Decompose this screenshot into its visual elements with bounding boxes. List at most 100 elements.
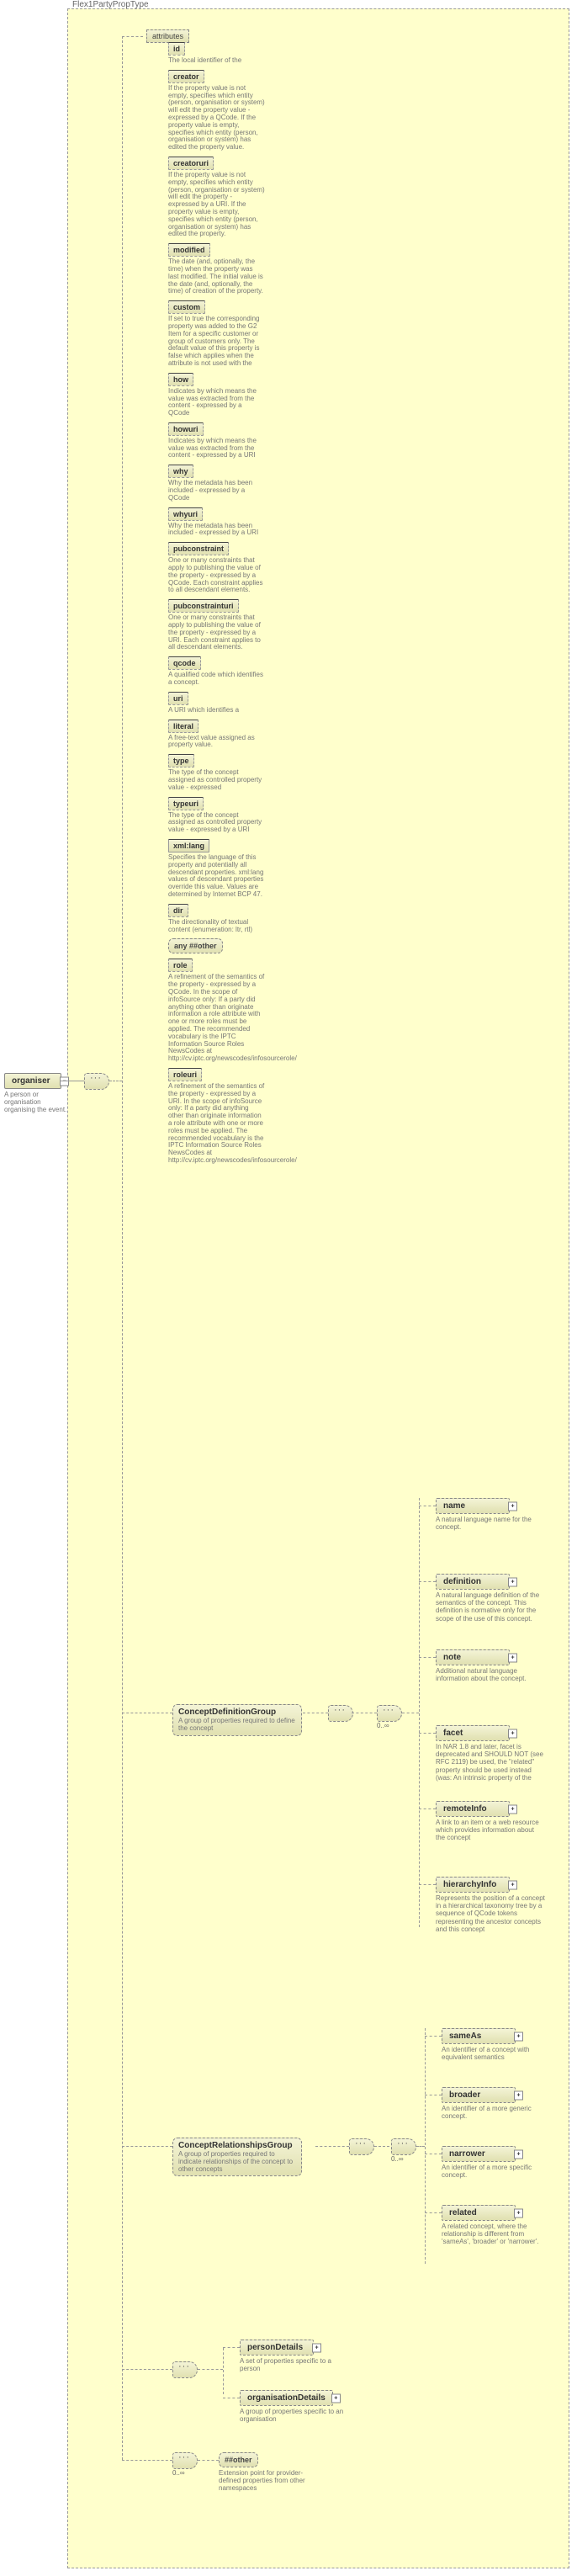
expand-icon[interactable]: + bbox=[508, 1729, 517, 1738]
attribute-name[interactable]: howuri bbox=[168, 422, 204, 436]
attribute-item: roleuriA refinement of the semantics of … bbox=[168, 1068, 269, 1165]
cdg-seq[interactable] bbox=[328, 1705, 353, 1722]
attribute-name[interactable]: whyuri bbox=[168, 507, 203, 521]
node-label: organisationDetails bbox=[247, 2393, 326, 2403]
expand-icon[interactable]: + bbox=[508, 1501, 517, 1511]
hierarchyInfo-node[interactable]: hierarchyInfo+ bbox=[436, 1877, 510, 1893]
attribute-item: dirThe directionality of textual content… bbox=[168, 904, 269, 934]
connector bbox=[198, 2460, 219, 2462]
attribute-name[interactable]: pubconstrainturi bbox=[168, 599, 239, 613]
crg-label: ConceptRelationshipsGroup bbox=[178, 2141, 293, 2150]
expand-icon[interactable]: + bbox=[331, 2393, 341, 2403]
connector bbox=[374, 2146, 389, 2148]
related-node[interactable]: related+ bbox=[442, 2205, 516, 2221]
attribute-name[interactable]: id bbox=[168, 42, 185, 56]
attribute-name[interactable]: xml:lang bbox=[168, 839, 209, 852]
attribute-item: custom If set to true the corresponding p… bbox=[168, 300, 269, 368]
cdg-mult: 0..∞ bbox=[377, 1722, 389, 1729]
cdg-choice[interactable] bbox=[377, 1705, 402, 1722]
attribute-name[interactable]: creator bbox=[168, 70, 204, 83]
sequence-compositor[interactable] bbox=[84, 1073, 109, 1090]
attributes-label[interactable]: attributes bbox=[146, 29, 189, 43]
attribute-desc: If the property value is not empty, spec… bbox=[168, 85, 265, 151]
connector bbox=[198, 2369, 223, 2371]
expand-icon[interactable]: + bbox=[514, 2208, 523, 2217]
attributes-list: idThe local identifier of thecreatorIf t… bbox=[168, 42, 269, 1170]
child-node: note+Additional natural language informa… bbox=[436, 1649, 545, 1682]
crg-choice[interactable] bbox=[391, 2138, 416, 2155]
organiser-node[interactable]: organiser − bbox=[4, 1073, 61, 1089]
attribute-item: whyuri Why the metadata has been included… bbox=[168, 507, 269, 538]
name-node[interactable]: name+ bbox=[436, 1498, 510, 1514]
attribute-name[interactable]: uri bbox=[168, 692, 188, 705]
child-node: facet+In NAR 1.8 and later, facet is dep… bbox=[436, 1725, 545, 1782]
attribute-name[interactable]: dir bbox=[168, 904, 188, 917]
attributes-header: attributes bbox=[146, 29, 283, 43]
attribute-name[interactable]: roleuri bbox=[168, 1068, 202, 1081]
attribute-item: typeuriThe type of the concept assigned … bbox=[168, 797, 269, 834]
attribute-name[interactable]: how bbox=[168, 373, 193, 386]
attribute-desc: A refinement of the semantics of the pro… bbox=[168, 974, 265, 1063]
attribute-name[interactable]: any ##other bbox=[168, 938, 223, 953]
child-node: name+A natural language name for the con… bbox=[436, 1498, 545, 1531]
expand-icon[interactable]: + bbox=[508, 1653, 517, 1662]
attribute-name[interactable]: pubconstraint bbox=[168, 542, 229, 555]
expand-icon[interactable]: + bbox=[514, 2032, 523, 2041]
narrower-node[interactable]: narrower+ bbox=[442, 2146, 516, 2162]
attribute-name[interactable]: qcode bbox=[168, 656, 201, 670]
connector bbox=[122, 1713, 172, 1714]
attribute-name[interactable]: modified bbox=[168, 243, 210, 257]
expand-icon[interactable]: + bbox=[508, 1577, 517, 1586]
attribute-desc: Why the metadata has been included - exp… bbox=[168, 523, 265, 538]
connector bbox=[416, 2146, 425, 2148]
note-node[interactable]: note+ bbox=[436, 1649, 510, 1665]
attribute-item: modifiedThe date (and, optionally, the t… bbox=[168, 243, 269, 295]
expand-icon[interactable]: + bbox=[514, 2090, 523, 2100]
attribute-item: creator If the property value is not empt… bbox=[168, 70, 269, 151]
diagram-canvas: Flex1PartyPropType organiser − A person … bbox=[0, 0, 577, 2576]
child-node: organisationDetails+A group of propertie… bbox=[240, 2390, 349, 2423]
attribute-item: qcodeA qualified code which identifies a… bbox=[168, 656, 269, 687]
attribute-desc: A URI which identifies a bbox=[168, 707, 265, 714]
connector bbox=[425, 2036, 442, 2037]
attribute-desc: Specifies the language of this property … bbox=[168, 854, 265, 899]
broader-node[interactable]: broader+ bbox=[442, 2087, 516, 2103]
any-seq[interactable] bbox=[172, 2452, 198, 2469]
cdg-vline bbox=[419, 1498, 421, 1927]
personDetails-node[interactable]: personDetails+ bbox=[240, 2340, 314, 2356]
attribute-name[interactable]: custom bbox=[168, 300, 205, 314]
type-container bbox=[67, 8, 569, 2568]
details-choice[interactable] bbox=[172, 2361, 198, 2378]
sameAs-node[interactable]: sameAs+ bbox=[442, 2028, 516, 2044]
attribute-name[interactable]: type bbox=[168, 754, 194, 767]
organiser-desc: A person or organisation organising the … bbox=[4, 1091, 67, 1114]
any-other-box[interactable]: ##other bbox=[219, 2452, 258, 2467]
attribute-name[interactable]: why bbox=[168, 465, 193, 478]
remoteInfo-node[interactable]: remoteInfo+ bbox=[436, 1801, 510, 1817]
type-title: Flex1PartyPropType bbox=[72, 0, 149, 9]
connector bbox=[402, 1713, 419, 1714]
expand-icon[interactable]: + bbox=[508, 1804, 517, 1814]
definition-node[interactable]: definition+ bbox=[436, 1574, 510, 1590]
organiser-label: organiser bbox=[12, 1076, 50, 1086]
node-desc: An identifier of a more generic concept. bbox=[442, 2105, 551, 2120]
attribute-desc: Indicates by which means the value was e… bbox=[168, 388, 265, 417]
attribute-name[interactable]: role bbox=[168, 959, 193, 972]
attribute-item: whyWhy the metadata has been included - … bbox=[168, 465, 269, 502]
organisationDetails-node[interactable]: organisationDetails+ bbox=[240, 2390, 333, 2406]
attribute-desc: If set to true the corresponding propert… bbox=[168, 316, 265, 368]
crg-seq[interactable] bbox=[349, 2138, 374, 2155]
connector bbox=[425, 2212, 442, 2214]
attribute-name[interactable]: typeuri bbox=[168, 797, 204, 810]
concept-relationships-group[interactable]: ConceptRelationshipsGroup A group of pro… bbox=[172, 2138, 302, 2176]
expand-icon[interactable]: + bbox=[508, 1880, 517, 1889]
attribute-name[interactable]: creatoruri bbox=[168, 157, 214, 170]
expand-icon[interactable]: + bbox=[312, 2343, 321, 2352]
cdg-label: ConceptDefinitionGroup bbox=[178, 1708, 276, 1717]
expand-icon[interactable]: + bbox=[514, 2149, 523, 2159]
crg-vline bbox=[425, 2028, 426, 2264]
attribute-name[interactable]: literal bbox=[168, 720, 199, 733]
facet-node[interactable]: facet+ bbox=[436, 1725, 510, 1741]
connector bbox=[419, 1733, 436, 1734]
concept-definition-group[interactable]: ConceptDefinitionGroup A group of proper… bbox=[172, 1704, 302, 1736]
